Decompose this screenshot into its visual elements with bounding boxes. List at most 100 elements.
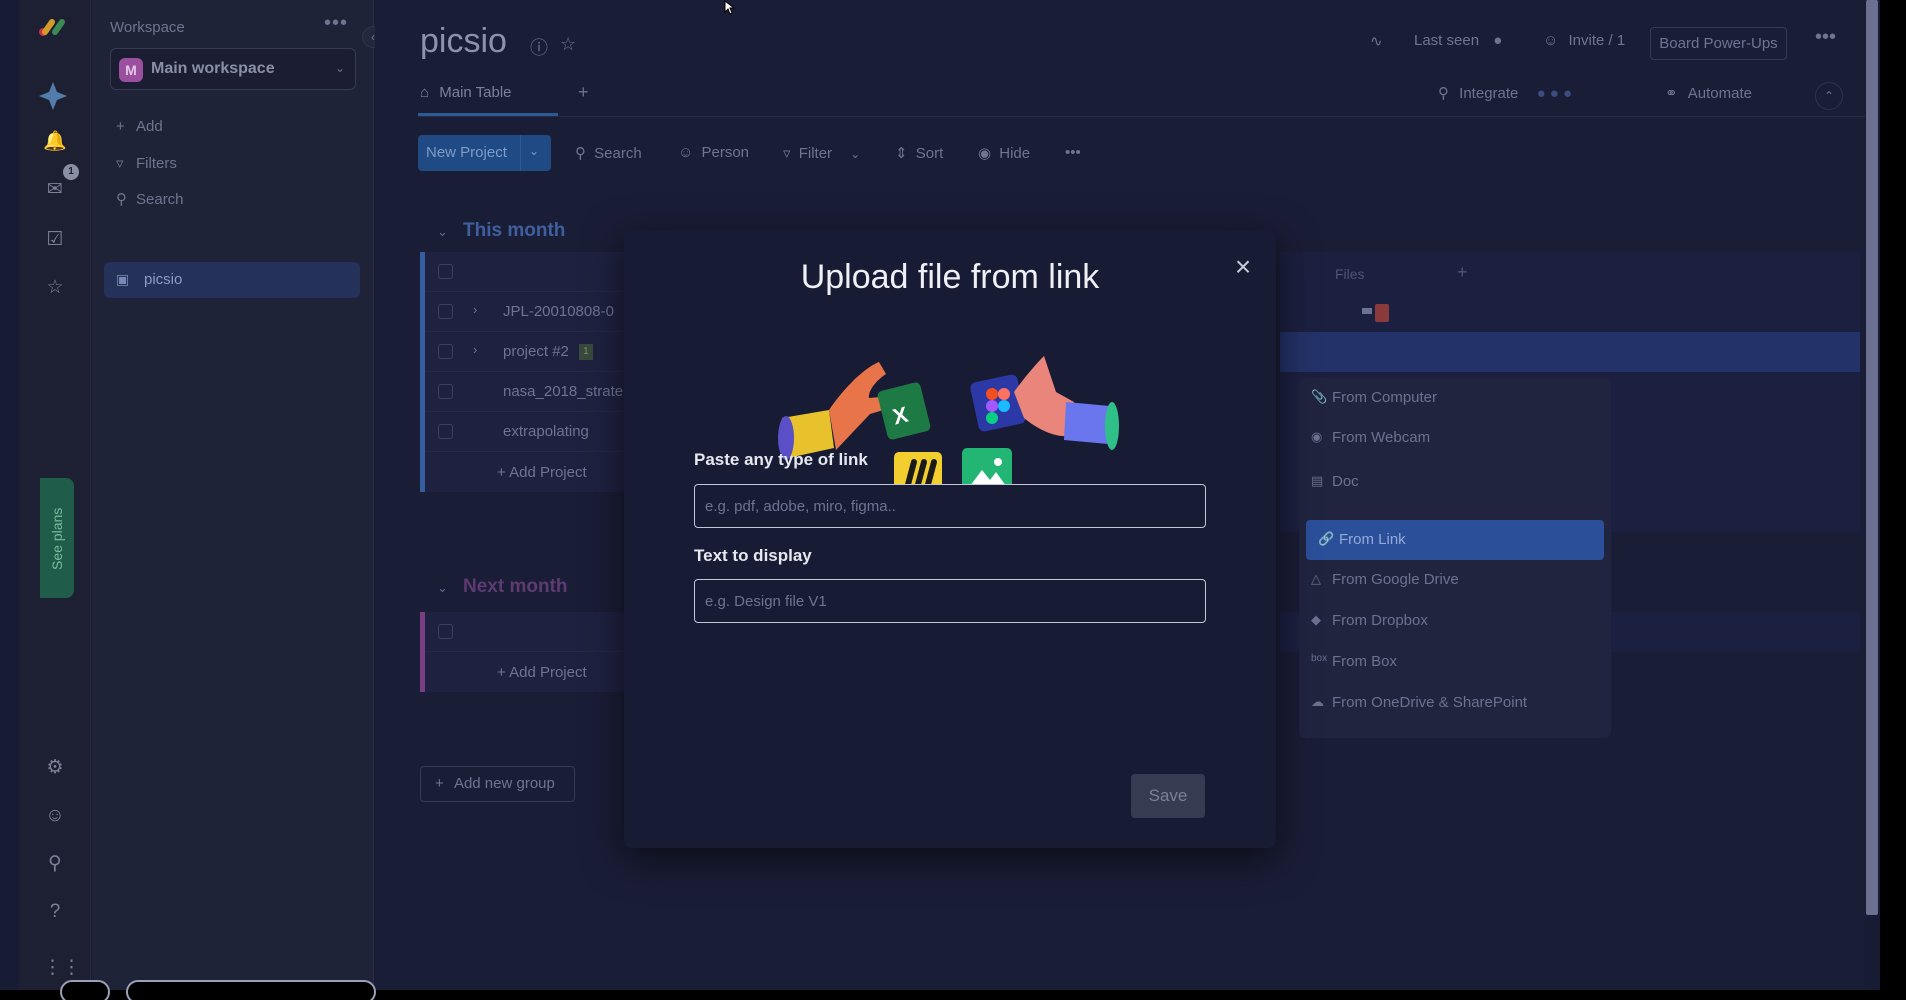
doc-icon: ▤ <box>1311 473 1324 488</box>
row-checkbox[interactable] <box>438 424 453 439</box>
sidebar-add[interactable]: + Add <box>116 118 163 140</box>
row-checkbox[interactable] <box>438 384 453 399</box>
chevron-down-icon[interactable]: ⌄ <box>437 224 448 240</box>
workspace-sidebar: Workspace ••• ‹ M Main workspace ⌄ + Add … <box>92 0 384 1000</box>
apps-grid-icon[interactable]: ⋮⋮ <box>43 956 81 980</box>
menu-item-from-computer[interactable]: 📎 From Computer <box>1299 378 1611 418</box>
row-name[interactable]: project #2 1 <box>503 343 628 361</box>
invite-button[interactable]: ☺ Invite / 1 <box>1543 32 1625 49</box>
menu-item-from-box[interactable]: box From Box <box>1299 642 1611 682</box>
scrollbar-thumb[interactable] <box>1866 0 1878 915</box>
menu-item-label: Doc <box>1332 473 1359 490</box>
sidebar-filters[interactable]: ▿ Filters <box>116 154 177 176</box>
workspace-star-icon[interactable] <box>33 76 73 116</box>
favorites-star-icon[interactable]: ☆ <box>43 276 67 300</box>
inbox-icon[interactable]: ✉ <box>43 178 67 202</box>
menu-item-label: From Computer <box>1332 389 1438 406</box>
box-icon: box <box>1311 653 1328 664</box>
row-name[interactable]: extrapolating <box>503 423 628 440</box>
save-button[interactable]: Save <box>1131 774 1205 818</box>
close-icon[interactable]: × <box>1228 252 1258 282</box>
person-filter-button[interactable]: ☺ Person <box>678 144 749 161</box>
add-column-icon[interactable]: + <box>1457 262 1468 283</box>
table-row[interactable]: extrapolating <box>425 412 625 452</box>
integrate-button[interactable]: ⚲ Integrate ● ● ● <box>1438 84 1572 102</box>
home-icon: ⌂ <box>420 84 430 101</box>
search-icon[interactable]: ⚲ <box>43 852 67 876</box>
chevron-down-icon: ⌄ <box>850 147 861 161</box>
person-label: Person <box>701 144 750 161</box>
menu-item-from-google-drive[interactable]: △ From Google Drive <box>1299 560 1611 600</box>
menu-item-doc[interactable]: ▤ Doc <box>1299 462 1611 502</box>
display-text-field-label: Text to display <box>694 546 812 565</box>
link-field-label: Paste any type of link <box>694 450 868 469</box>
monday-logo-icon[interactable] <box>35 16 75 40</box>
group-title-this-month[interactable]: This month <box>463 220 565 242</box>
menu-item-label: From Dropbox <box>1332 612 1428 629</box>
menu-item-from-onedrive[interactable]: ☁ From OneDrive & SharePoint <box>1299 683 1611 723</box>
row-checkbox[interactable] <box>438 304 453 319</box>
help-icon[interactable]: ? <box>43 900 67 924</box>
filter-button[interactable]: ▿ Filter ⌄ <box>783 144 860 162</box>
link-input[interactable] <box>694 484 1206 528</box>
chevron-down-icon: ⌄ <box>334 61 345 75</box>
group-title-next-month[interactable]: Next month <box>463 576 568 598</box>
select-all-checkbox[interactable] <box>438 264 453 279</box>
favorite-star-icon[interactable]: ☆ <box>560 34 576 55</box>
sidebar-search[interactable]: ⚲ Search <box>116 190 184 212</box>
search-icon: ⚲ <box>116 191 127 208</box>
sidebar-item-picsio[interactable]: ▣ picsio <box>104 262 360 298</box>
board-more-icon[interactable]: ••• <box>1815 26 1836 49</box>
last-seen[interactable]: Last seen ● <box>1414 32 1502 49</box>
group-this-month-table: › JPL-20010808-0 › project #2 1 nasa_2018… <box>420 252 650 492</box>
chevron-down-icon[interactable]: ⌄ <box>529 144 539 158</box>
integrations-icon[interactable]: ⚙ <box>43 756 67 780</box>
workspace-more-icon[interactable]: ••• <box>324 12 348 35</box>
mouse-cursor-icon <box>724 0 736 15</box>
chevron-down-icon[interactable]: ⌄ <box>437 580 448 596</box>
plus-icon: + <box>116 118 125 135</box>
automate-button[interactable]: ⚭ Automate <box>1665 84 1752 102</box>
chevron-right-icon[interactable]: › <box>473 342 477 357</box>
sidebar-add-label: Add <box>136 118 163 135</box>
pdf-file-icon[interactable] <box>1375 304 1389 322</box>
table-row[interactable]: › project #2 1 <box>425 332 625 372</box>
hide-button[interactable]: ◉ Hide <box>978 144 1030 162</box>
add-project-row[interactable]: + Add Project <box>497 664 587 681</box>
table-row[interactable]: nasa_2018_strate <box>425 372 625 412</box>
search-button[interactable]: ⚲ Search <box>575 144 642 162</box>
new-project-button[interactable]: New Project ⌄ <box>418 135 551 171</box>
notifications-bell-icon[interactable]: 🔔 <box>43 130 67 154</box>
plus-icon: + <box>435 775 444 792</box>
my-work-calendar-icon[interactable]: ☑ <box>43 228 67 252</box>
menu-item-from-webcam[interactable]: ◉ From Webcam <box>1299 418 1611 458</box>
tab-main-table[interactable]: ⌂ Main Table <box>420 84 512 101</box>
sort-button[interactable]: ⇕ Sort <box>895 144 943 162</box>
menu-item-from-link[interactable]: 🔗 From Link <box>1306 520 1604 560</box>
add-project-row[interactable]: + Add Project <box>497 464 587 481</box>
camera-icon: ◉ <box>1311 429 1323 444</box>
see-plans-button[interactable]: See plans <box>40 478 74 598</box>
add-view-icon[interactable]: + <box>578 82 589 103</box>
table-row[interactable]: › JPL-20010808-0 <box>425 292 625 332</box>
display-text-input[interactable] <box>694 579 1206 623</box>
toolbar-more-icon[interactable]: ••• <box>1065 144 1081 161</box>
info-icon[interactable]: ⓘ <box>530 34 548 60</box>
files-column-header[interactable]: Files <box>1335 266 1365 282</box>
sort-icon: ⇕ <box>895 145 908 162</box>
select-all-checkbox[interactable] <box>438 624 453 639</box>
board-power-ups-button[interactable]: Board Power-Ups <box>1650 27 1787 60</box>
invite-members-icon[interactable]: ☺ <box>43 804 67 828</box>
row-checkbox[interactable] <box>438 344 453 359</box>
chevron-right-icon[interactable]: › <box>473 302 477 317</box>
row-name[interactable]: nasa_2018_strate <box>503 383 628 400</box>
add-new-group-button[interactable]: + Add new group <box>420 766 575 802</box>
activity-icon[interactable]: ∿ <box>1370 32 1383 50</box>
board-title[interactable]: picsio <box>420 22 507 61</box>
menu-item-from-dropbox[interactable]: ◆ From Dropbox <box>1299 601 1611 641</box>
menu-item-label: From Link <box>1339 531 1406 548</box>
workspace-selector[interactable]: M Main workspace ⌄ <box>110 48 356 90</box>
inbox-badge: 1 <box>63 164 79 180</box>
row-name[interactable]: JPL-20010808-0 <box>503 303 628 320</box>
collapse-header-icon[interactable]: ⌃ <box>1815 82 1843 110</box>
